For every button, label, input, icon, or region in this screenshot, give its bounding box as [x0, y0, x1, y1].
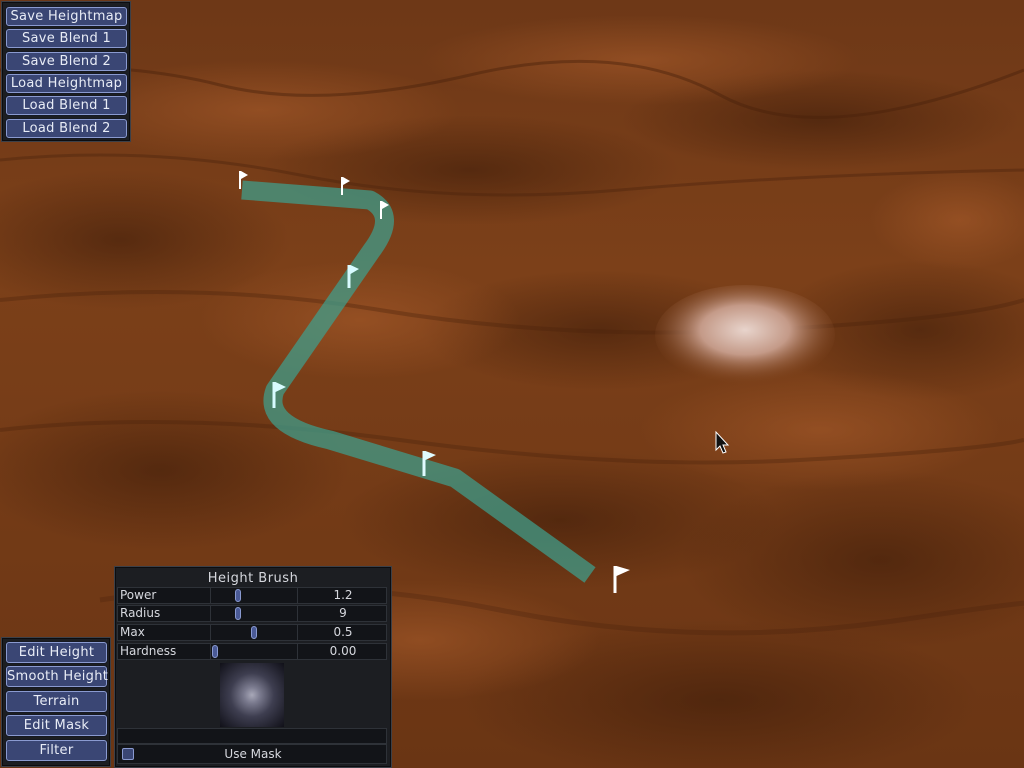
slider-handle[interactable]	[251, 626, 257, 639]
empty-row	[117, 728, 387, 744]
smooth-height-button[interactable]: Smooth Height	[6, 666, 108, 687]
param-value: 1.2	[333, 588, 353, 602]
hardness-param-row: Hardness 0.00	[117, 643, 387, 660]
slider-handle[interactable]	[235, 607, 242, 620]
brush-preview	[220, 663, 284, 727]
param-value: 9	[339, 606, 347, 620]
power-slider[interactable]	[210, 588, 298, 603]
param-label: Radius	[120, 606, 161, 620]
param-value: 0.00	[329, 644, 357, 658]
filter-button[interactable]: Filter	[6, 740, 107, 761]
height-brush-panel: Height Brush Power 1.2 Radius 9 Max 0.5 …	[114, 566, 392, 768]
param-label: Power	[120, 588, 157, 602]
file-menu-panel: Save Heightmap Save Blend 1 Save Blend 2…	[1, 1, 131, 142]
use-mask-label: Use Mask	[224, 747, 282, 761]
power-param-row: Power 1.2	[117, 587, 387, 604]
terrain-button[interactable]: Terrain	[6, 691, 107, 712]
load-blend-2-button[interactable]: Load Blend 2	[6, 119, 127, 138]
param-value: 0.5	[333, 625, 353, 639]
radius-slider[interactable]	[210, 606, 298, 621]
panel-title: Height Brush	[207, 571, 299, 586]
load-heightmap-button[interactable]: Load Heightmap	[6, 74, 127, 93]
save-heightmap-button[interactable]: Save Heightmap	[6, 7, 127, 26]
use-mask-row[interactable]: Use Mask	[117, 744, 387, 764]
slider-handle[interactable]	[212, 645, 218, 658]
max-slider[interactable]	[210, 625, 298, 640]
save-blend-2-button[interactable]: Save Blend 2	[6, 52, 127, 71]
save-blend-1-button[interactable]: Save Blend 1	[6, 29, 127, 48]
raised-hill-highlight	[655, 285, 835, 385]
hardness-slider[interactable]	[210, 644, 298, 659]
radius-param-row: Radius 9	[117, 605, 387, 622]
edit-height-button[interactable]: Edit Height	[6, 642, 107, 663]
param-label: Hardness	[120, 644, 177, 658]
max-param-row: Max 0.5	[117, 624, 387, 641]
edit-mask-button[interactable]: Edit Mask	[6, 715, 107, 736]
slider-handle[interactable]	[235, 589, 242, 602]
param-label: Max	[120, 625, 145, 639]
mode-menu-panel: Edit Height Smooth Height Terrain Edit M…	[1, 637, 111, 767]
load-blend-1-button[interactable]: Load Blend 1	[6, 96, 127, 115]
